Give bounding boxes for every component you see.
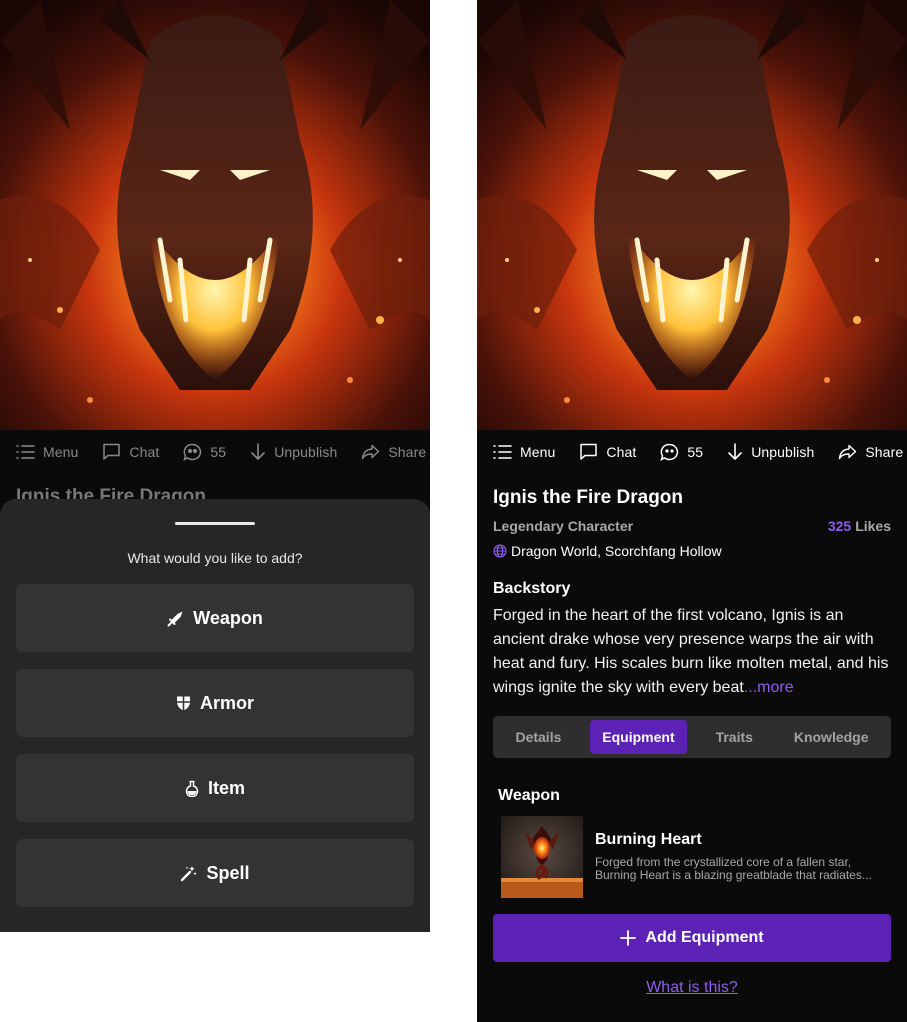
equipment-description-line: Burning Heart is a blazing greatblade th… bbox=[595, 869, 872, 882]
share-arrow-icon bbox=[362, 444, 380, 460]
sheet-drag-handle[interactable] bbox=[175, 522, 255, 525]
backstory-heading: Backstory bbox=[493, 580, 571, 597]
likes-count: 325 bbox=[827, 518, 852, 534]
tab-details[interactable]: Details bbox=[503, 720, 573, 754]
shield-icon bbox=[176, 696, 190, 711]
comments-count: 55 bbox=[687, 444, 704, 460]
share-label: Share bbox=[865, 444, 904, 460]
plus-icon bbox=[620, 930, 637, 946]
add-spell-option[interactable]: Spell bbox=[16, 839, 414, 907]
share-button[interactable]: Share bbox=[838, 444, 903, 460]
backstory-body: Forged in the heart of the first volcano… bbox=[493, 607, 889, 696]
share-arrow-icon bbox=[839, 444, 857, 460]
menu-label: Menu bbox=[520, 444, 556, 460]
sheet-prompt: What would you like to add? bbox=[127, 550, 303, 566]
item-label: Item bbox=[207, 777, 245, 798]
backstory-text: Forged in the heart of the first volcano… bbox=[493, 604, 893, 700]
list-icon bbox=[493, 445, 512, 459]
chat-bubble-icon bbox=[580, 443, 598, 460]
character-portrait bbox=[477, 0, 907, 430]
add-weapon-option[interactable]: Weapon bbox=[16, 584, 414, 652]
character-location[interactable]: Dragon World, Scorchfang Hollow bbox=[493, 543, 722, 559]
globe-icon bbox=[493, 544, 507, 558]
character-tabs: Details Equipment Traits Knowledge bbox=[493, 716, 891, 758]
action-bar: Menu Chat 55 Unpublish Share bbox=[0, 430, 430, 474]
chat-button[interactable]: Chat bbox=[102, 443, 159, 461]
character-name: Ignis the Fire Dragon bbox=[493, 487, 684, 508]
equipment-description: Forged from the crystallized core of a f… bbox=[595, 856, 887, 882]
weapon-label: Weapon bbox=[193, 607, 263, 628]
magic-wand-icon bbox=[181, 865, 198, 881]
comments-button[interactable]: 55 bbox=[660, 443, 703, 461]
share-button[interactable]: Share bbox=[361, 444, 426, 460]
character-portrait bbox=[0, 0, 430, 430]
tab-equipment[interactable]: Equipment bbox=[590, 720, 687, 754]
equipment-name[interactable]: Burning Heart bbox=[595, 831, 702, 849]
arrow-down-icon bbox=[251, 443, 265, 460]
menu-button[interactable]: Menu bbox=[16, 444, 78, 460]
add-equipment-label: Add Equipment bbox=[645, 929, 764, 946]
add-equipment-screen: Menu Chat 55 Unpublish Share Ignis the F… bbox=[0, 0, 430, 932]
weapon-section-heading: Weapon bbox=[498, 787, 560, 804]
quote-bubble-icon bbox=[183, 443, 202, 461]
comments-count: 55 bbox=[210, 444, 227, 460]
menu-label: Menu bbox=[43, 444, 79, 460]
sword-icon bbox=[167, 611, 183, 626]
character-detail-screen: Menu Chat 55 Unpublish Share Ignis the F… bbox=[477, 0, 907, 1022]
read-more-link[interactable]: ...more bbox=[744, 679, 794, 696]
add-item-option[interactable]: Item bbox=[16, 754, 414, 822]
menu-button[interactable]: Menu bbox=[493, 444, 555, 460]
unpublish-button[interactable]: Unpublish bbox=[727, 443, 814, 461]
add-armor-option[interactable]: Armor bbox=[16, 669, 414, 737]
equipment-description-line: Forged from the crystallized core of a f… bbox=[595, 856, 852, 869]
potion-icon bbox=[185, 780, 199, 797]
action-bar: Menu Chat 55 Unpublish Share bbox=[477, 430, 907, 474]
list-icon bbox=[16, 445, 35, 459]
unpublish-label: Unpublish bbox=[751, 444, 815, 460]
chat-bubble-icon bbox=[103, 443, 121, 460]
likes-counter[interactable]: 325 Likes bbox=[828, 518, 891, 534]
add-bottom-sheet: What would you like to add? Weapon Armor… bbox=[0, 499, 430, 932]
share-label: Share bbox=[388, 444, 427, 460]
help-link[interactable]: What is this? bbox=[477, 979, 907, 997]
add-equipment-button[interactable]: Add Equipment bbox=[493, 914, 891, 962]
chat-button[interactable]: Chat bbox=[579, 443, 636, 461]
chat-label: Chat bbox=[606, 444, 637, 460]
equipment-thumbnail[interactable] bbox=[501, 816, 583, 898]
character-category: Legendary Character bbox=[493, 518, 634, 534]
unpublish-button[interactable]: Unpublish bbox=[250, 443, 337, 461]
likes-label: Likes bbox=[855, 518, 891, 534]
spell-label: Spell bbox=[206, 862, 250, 883]
location-text: Dragon World, Scorchfang Hollow bbox=[511, 543, 722, 559]
comments-button[interactable]: 55 bbox=[183, 443, 226, 461]
arrow-down-icon bbox=[728, 443, 742, 460]
tab-traits[interactable]: Traits bbox=[704, 720, 765, 754]
unpublish-label: Unpublish bbox=[274, 444, 338, 460]
armor-label: Armor bbox=[199, 692, 254, 713]
chat-label: Chat bbox=[129, 444, 160, 460]
quote-bubble-icon bbox=[660, 443, 679, 461]
tab-knowledge[interactable]: Knowledge bbox=[782, 720, 881, 754]
